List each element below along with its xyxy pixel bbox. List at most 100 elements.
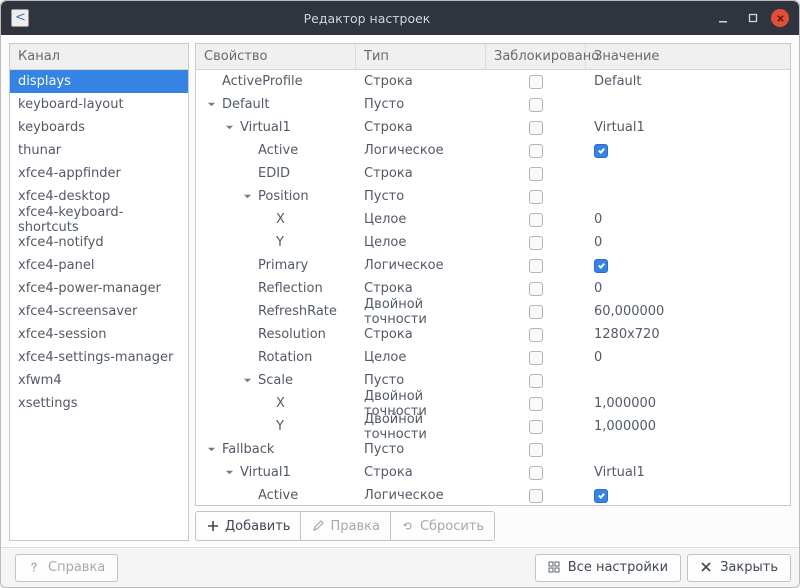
add-button[interactable]: Добавить (195, 511, 301, 541)
property-label: Y (276, 235, 284, 250)
sidebar-item-xfce4-session[interactable]: xfce4-session (10, 323, 188, 346)
tree-row[interactable]: ResolutionСтрока1280x720 (196, 323, 790, 346)
locked-checkbox[interactable] (529, 305, 543, 319)
pencil-icon (311, 519, 325, 533)
sidebar-item-keyboards[interactable]: keyboards (10, 116, 188, 139)
tree-row[interactable]: PositionПусто (196, 185, 790, 208)
tree-row[interactable]: ActiveProfileСтрокаDefault (196, 70, 790, 93)
tree-row[interactable]: RefreshRateДвойной точности60,000000 (196, 300, 790, 323)
column-header-value[interactable]: Значение (586, 44, 790, 69)
tree-row[interactable]: ReflectionСтрока0 (196, 277, 790, 300)
chevron-down-icon[interactable] (222, 466, 236, 480)
locked-checkbox[interactable] (529, 167, 543, 181)
property-label: Y (276, 419, 284, 434)
value-checkbox[interactable] (594, 259, 608, 273)
tree-row[interactable]: EDIDСтрока (196, 162, 790, 185)
locked-checkbox[interactable] (529, 121, 543, 135)
cell-locked (486, 121, 586, 135)
locked-checkbox[interactable] (529, 374, 543, 388)
sidebar-item-displays[interactable]: displays (10, 70, 188, 93)
cell-property: ActiveProfile (196, 74, 356, 89)
sidebar-item-xfce4-appfinder[interactable]: xfce4-appfinder (10, 162, 188, 185)
locked-checkbox[interactable] (529, 259, 543, 273)
tree-row[interactable]: ScaleПусто (196, 369, 790, 392)
sidebar-item-xfce4-keyboard-shortcuts[interactable]: xfce4-keyboard-shortcuts (10, 208, 188, 231)
property-label: Fallback (222, 442, 274, 457)
sidebar-item-xfce4-power-manager[interactable]: xfce4-power-manager (10, 277, 188, 300)
cell-type: Логическое (356, 143, 486, 158)
chevron-down-icon[interactable] (204, 98, 218, 112)
property-label: Active (258, 488, 298, 503)
sidebar-item-thunar[interactable]: thunar (10, 139, 188, 162)
cell-locked (486, 167, 586, 181)
locked-checkbox[interactable] (529, 420, 543, 434)
locked-checkbox[interactable] (529, 397, 543, 411)
tree-row[interactable]: Virtual1СтрокаVirtual1 (196, 116, 790, 139)
locked-checkbox[interactable] (529, 489, 543, 503)
property-label: Rotation (258, 350, 312, 365)
property-label: X (276, 212, 285, 227)
cell-locked (486, 259, 586, 273)
cell-value: 1280x720 (586, 327, 790, 342)
sidebar-item-keyboard-layout[interactable]: keyboard-layout (10, 93, 188, 116)
locked-checkbox[interactable] (529, 236, 543, 250)
tree-row[interactable]: FallbackПусто (196, 438, 790, 461)
tree-row[interactable]: Active Логическое (196, 139, 790, 162)
help-button[interactable]: Справка (15, 554, 118, 582)
chevron-down-icon[interactable] (240, 190, 254, 204)
property-label: Active (258, 143, 298, 158)
cell-property: Rotation (196, 350, 356, 365)
chevron-down-icon[interactable] (204, 443, 218, 457)
sidebar-item-xfce4-screensaver[interactable]: xfce4-screensaver (10, 300, 188, 323)
tree-row[interactable]: PrimaryЛогическое (196, 254, 790, 277)
maximize-button[interactable] (741, 6, 765, 30)
chevron-down-icon[interactable] (222, 121, 236, 135)
locked-checkbox[interactable] (529, 443, 543, 457)
cell-locked (486, 190, 586, 204)
tree-row[interactable]: YДвойной точности1,000000 (196, 415, 790, 438)
all-settings-button[interactable]: Все настройки (535, 554, 681, 582)
chevron-down-icon[interactable] (240, 374, 254, 388)
cell-property: Fallback (196, 442, 356, 457)
locked-checkbox[interactable] (529, 213, 543, 227)
cell-locked (486, 236, 586, 250)
property-label: Primary (258, 258, 308, 273)
svg-text:</>: </> (15, 12, 26, 24)
value-checkbox[interactable] (594, 489, 608, 503)
locked-checkbox[interactable] (529, 75, 543, 89)
cell-property: Y (196, 235, 356, 250)
sidebar-item-xsettings[interactable]: xsettings (10, 392, 188, 415)
tree-row[interactable]: Virtual1СтрокаVirtual1 (196, 461, 790, 484)
column-header-locked[interactable]: Заблокировано (486, 44, 586, 69)
edit-button[interactable]: Правка (301, 511, 390, 541)
reset-button-label: Сбросить (420, 519, 484, 534)
sidebar-item-xfce4-settings-manager[interactable]: xfce4-settings-manager (10, 346, 188, 369)
locked-checkbox[interactable] (529, 190, 543, 204)
locked-checkbox[interactable] (529, 282, 543, 296)
tree-row[interactable]: YЦелое0 (196, 231, 790, 254)
minimize-button[interactable] (711, 6, 735, 30)
tree-row[interactable]: XДвойной точности1,000000 (196, 392, 790, 415)
locked-checkbox[interactable] (529, 328, 543, 342)
tree-row[interactable]: XЦелое0 (196, 208, 790, 231)
sidebar-item-xfce4-panel[interactable]: xfce4-panel (10, 254, 188, 277)
sidebar-item-xfwm4[interactable]: xfwm4 (10, 369, 188, 392)
column-header-property[interactable]: Свойство (196, 44, 356, 69)
tree-row[interactable]: DefaultПусто (196, 93, 790, 116)
cell-type: Строка (356, 120, 486, 135)
locked-checkbox[interactable] (529, 98, 543, 112)
value-checkbox[interactable] (594, 144, 608, 158)
locked-checkbox[interactable] (529, 144, 543, 158)
locked-checkbox[interactable] (529, 466, 543, 480)
cell-value: Virtual1 (586, 120, 790, 135)
cell-property: Active (196, 143, 356, 158)
close-window-button[interactable] (771, 9, 789, 27)
close-button[interactable]: Закрыть (687, 554, 791, 582)
cell-property: Active (196, 488, 356, 503)
locked-checkbox[interactable] (529, 351, 543, 365)
column-header-type[interactable]: Тип (356, 44, 486, 69)
tree-row[interactable]: RotationЦелое0 (196, 346, 790, 369)
reset-button[interactable]: Сбросить (391, 511, 495, 541)
cell-property: Reflection (196, 281, 356, 296)
tree-row[interactable]: ActiveЛогическое (196, 484, 790, 505)
